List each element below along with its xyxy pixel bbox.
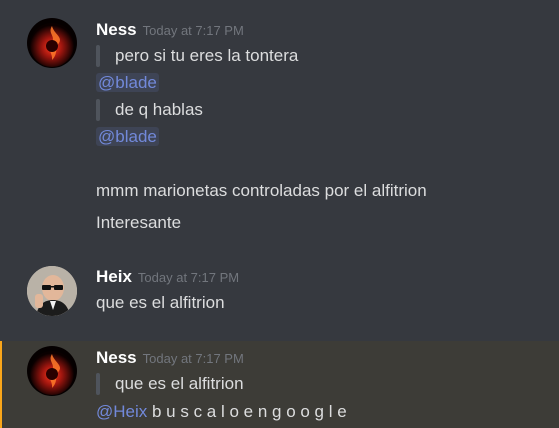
message-group: Ness Today at 7:17 PM pero si tu eres la …: [0, 0, 559, 250]
username-text[interactable]: Heix: [96, 267, 132, 286]
message-text: Interesante: [96, 213, 182, 232]
mention-line: @blade: [96, 72, 159, 94]
quote-text: pero si tu eres la tontera: [115, 46, 299, 65]
quote-text: de q hablas: [115, 100, 203, 119]
quote-block: que es el alfitrion: [96, 373, 244, 395]
message-text: @Heix b u s c a l o e n g o o g l e: [96, 401, 347, 423]
quote-block: pero si tu eres la tontera: [96, 45, 298, 67]
username[interactable]: Ness Today at 7:17 PM: [96, 20, 244, 41]
user-mention[interactable]: @Heix: [96, 402, 147, 421]
quote-text: que es el alfitrion: [115, 374, 244, 393]
avatar-image: [27, 346, 77, 396]
mention-line: @blade: [96, 126, 159, 148]
user-mention[interactable]: @blade: [96, 127, 159, 146]
timestamp: Today at 7:17 PM: [137, 270, 240, 285]
quote-block: de q hablas: [96, 99, 203, 121]
message-text: mmm marionetas controladas por el alfitr…: [96, 181, 427, 200]
avatar-image: [27, 18, 77, 68]
avatar[interactable]: [27, 18, 77, 68]
avatar-image: [27, 266, 77, 316]
username-text[interactable]: Ness: [96, 348, 137, 367]
username[interactable]: Heix Today at 7:17 PM: [96, 267, 239, 288]
avatar[interactable]: [27, 266, 77, 316]
message-text: que es el alfitrion: [96, 293, 225, 312]
user-mention[interactable]: @blade: [96, 73, 159, 92]
username[interactable]: Ness Today at 7:17 PM: [96, 348, 244, 369]
timestamp: Today at 7:17 PM: [142, 351, 244, 366]
chat-messages: Ness Today at 7:17 PM pero si tu eres la …: [0, 0, 559, 428]
avatar[interactable]: [27, 346, 77, 396]
timestamp: Today at 7:17 PM: [142, 23, 244, 38]
message-group-highlighted: Ness Today at 7:17 PM que es el alfitrion…: [0, 341, 559, 428]
username-text[interactable]: Ness: [96, 20, 137, 39]
reply-text: b u s c a l o e n g o o g l e: [152, 402, 347, 421]
message-group: Heix Today at 7:17 PM que es el alfitrion: [0, 250, 559, 335]
